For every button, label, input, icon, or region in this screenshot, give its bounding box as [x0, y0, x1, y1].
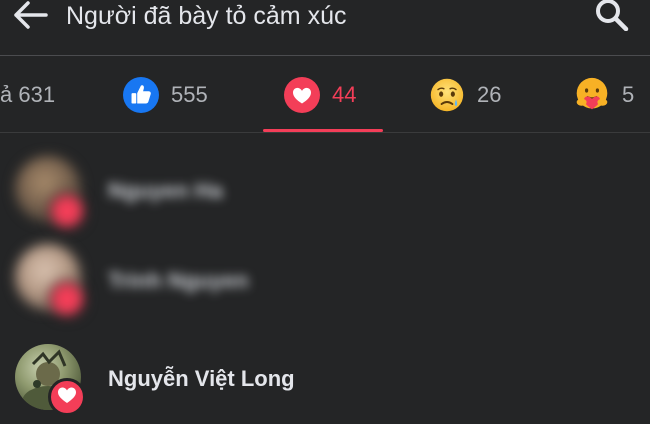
list-item[interactable]: Nguyễn Việt Long: [0, 336, 650, 424]
like-icon: [123, 76, 159, 113]
love-icon: [57, 386, 77, 409]
person-name[interactable]: Nguyễn Việt Long: [108, 366, 295, 392]
tab-care-count: 5: [622, 81, 635, 107]
person-name[interactable]: Trinh Nguyen: [108, 268, 249, 294]
love-badge-icon: [48, 280, 86, 318]
search-icon: [595, 0, 629, 36]
tab-like-count: 555: [171, 81, 208, 107]
tab-love-count: 44: [332, 81, 357, 107]
sad-icon: [429, 77, 465, 113]
search-button[interactable]: [590, 0, 634, 34]
tab-care[interactable]: 5: [574, 56, 634, 133]
tab-all[interactable]: ả 631: [0, 56, 55, 133]
reactions-screen: Người đã bày tỏ cảm xúc ả 631 555 44 26 …: [0, 0, 650, 424]
care-icon: [574, 77, 610, 113]
love-icon: [284, 76, 320, 113]
person-name[interactable]: Nguyen Ha: [108, 178, 223, 204]
tab-like[interactable]: 555: [123, 56, 208, 133]
arrow-left-icon: [12, 0, 48, 35]
page-title: Người đã bày tỏ cảm xúc: [66, 2, 347, 30]
reaction-tabs: ả 631 555 44 26 5: [0, 56, 650, 133]
tab-sad-count: 26: [477, 81, 502, 107]
tabs-divider: [0, 132, 650, 133]
love-badge: [48, 378, 86, 416]
love-badge-icon: [48, 192, 86, 230]
list-item[interactable]: Trinh Nguyen: [0, 236, 650, 324]
tab-sad[interactable]: 26: [429, 56, 501, 133]
list-item[interactable]: Nguyen Ha: [0, 148, 650, 236]
tab-all-count: ả 631: [0, 81, 56, 107]
header: Người đã bày tỏ cảm xúc: [0, 0, 650, 55]
tab-love[interactable]: 44: [284, 56, 356, 133]
back-button[interactable]: [8, 0, 52, 34]
